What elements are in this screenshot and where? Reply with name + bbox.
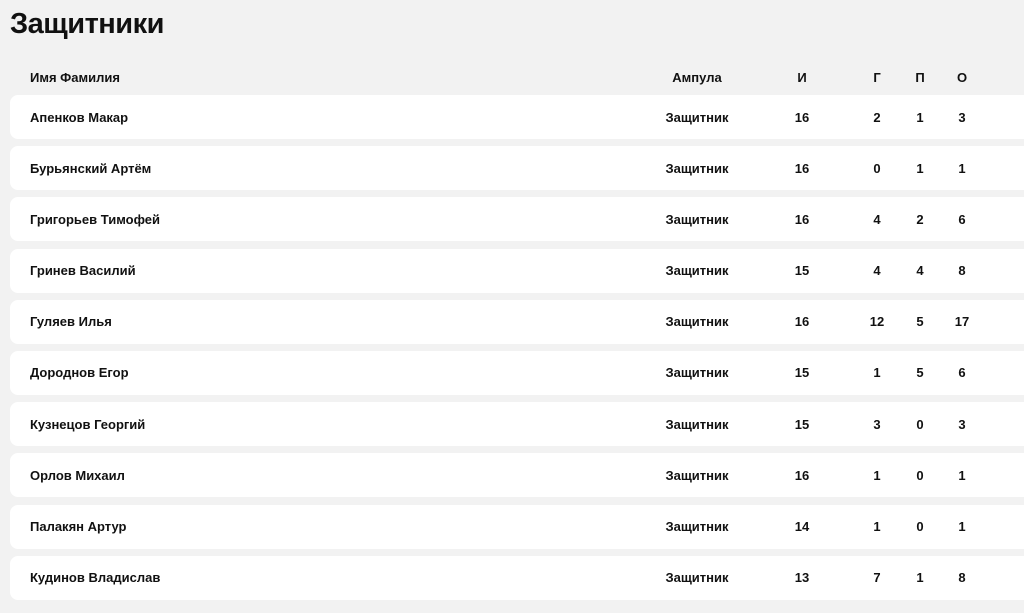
table-row[interactable]: Григорьев Тимофей Защитник 16 4 2 6	[10, 197, 1024, 242]
header-points: О	[956, 69, 968, 85]
player-games: 16	[794, 160, 810, 176]
table-row[interactable]: Кузнецов Георгий Защитник 15 3 0 3	[10, 402, 1024, 447]
player-assists: 2	[916, 211, 924, 227]
player-name: Гуляев Илья	[30, 314, 112, 330]
player-games: 14	[794, 519, 810, 534]
player-goals: 12	[869, 314, 885, 330]
player-points: 1	[958, 160, 966, 176]
table-row[interactable]: Дороднов Егор Защитник 15 1 5 6	[10, 350, 1024, 395]
player-points: 3	[958, 109, 966, 125]
player-goals: 1	[873, 365, 881, 381]
player-role: Защитник	[665, 416, 729, 432]
player-assists: 0	[916, 416, 924, 432]
player-games: 16	[794, 314, 810, 330]
player-games: 15	[794, 365, 810, 381]
player-name: Гринев Василий	[30, 263, 136, 279]
table-header: Имя Фамилия Ампула И Г П О	[10, 64, 1024, 90]
player-name: Дороднов Егор	[30, 365, 129, 381]
player-name: Бурьянский Артём	[30, 160, 152, 176]
player-points: 8	[958, 263, 966, 279]
table-row[interactable]: Орлов Михаил Защитник 16 1 0 1	[10, 453, 1024, 498]
player-goals: 7	[873, 570, 881, 586]
table-row[interactable]: Апенков Макар Защитник 16 2 1 3	[10, 95, 1024, 139]
player-role: Защитник	[665, 365, 729, 381]
player-name: Кузнецов Георгий	[30, 416, 146, 432]
player-role: Защитник	[665, 263, 729, 279]
player-assists: 4	[916, 263, 924, 279]
player-goals: 4	[873, 211, 881, 227]
player-role: Защитник	[665, 519, 729, 534]
header-goals: Г	[873, 69, 881, 85]
player-games: 13	[794, 570, 810, 586]
player-name: Палакян Артур	[30, 519, 127, 534]
player-name: Григорьев Тимофей	[30, 211, 161, 227]
player-points: 17	[954, 314, 970, 330]
player-games: 16	[794, 109, 810, 125]
table-row[interactable]: Бурьянский Артём Защитник 16 0 1 1	[10, 146, 1024, 191]
player-name: Кудинов Владислав	[30, 570, 161, 586]
player-points: 8	[958, 570, 966, 586]
player-points: 6	[958, 211, 966, 227]
header-name: Имя Фамилия	[30, 69, 120, 85]
table-row[interactable]: Гринев Василий Защитник 15 4 4 8	[10, 248, 1024, 293]
table-row[interactable]: Гуляев Илья Защитник 16 12 5 17	[10, 299, 1024, 344]
player-goals: 1	[873, 519, 881, 534]
player-role: Защитник	[665, 211, 729, 227]
player-points: 6	[958, 365, 966, 381]
player-role: Защитник	[665, 109, 729, 125]
player-goals: 2	[873, 109, 881, 125]
player-name: Апенков Макар	[30, 109, 129, 125]
player-assists: 1	[916, 570, 924, 586]
player-assists: 0	[916, 467, 924, 483]
player-points: 1	[958, 467, 966, 483]
player-games: 16	[794, 467, 810, 483]
player-name: Орлов Михаил	[30, 467, 125, 483]
player-games: 16	[794, 211, 810, 227]
player-role: Защитник	[665, 314, 729, 330]
player-goals: 0	[873, 160, 881, 176]
player-assists: 0	[916, 519, 924, 534]
player-points: 1	[958, 519, 966, 534]
player-list: Апенков Макар Защитник 16 2 1 3 Бурьянск…	[10, 95, 1024, 607]
player-assists: 5	[916, 314, 924, 330]
player-goals: 1	[873, 467, 881, 483]
player-assists: 1	[916, 160, 924, 176]
player-assists: 5	[916, 365, 924, 381]
player-goals: 3	[873, 416, 881, 432]
page: Защитники Имя Фамилия Ампула И Г П О Апе…	[0, 0, 1024, 613]
table-row[interactable]: Кудинов Владислав Защитник 13 7 1 8	[10, 555, 1024, 600]
player-assists: 1	[916, 109, 924, 125]
player-role: Защитник	[665, 160, 729, 176]
player-role: Защитник	[665, 570, 729, 586]
header-role: Ампула	[672, 69, 722, 85]
player-games: 15	[794, 263, 810, 279]
header-games: И	[797, 69, 807, 85]
player-points: 3	[958, 416, 966, 432]
page-title: Защитники	[10, 8, 164, 40]
player-goals: 4	[873, 263, 881, 279]
player-games: 15	[794, 416, 810, 432]
player-role: Защитник	[665, 467, 729, 483]
header-assists: П	[915, 69, 925, 85]
table-row[interactable]: Палакян Артур Защитник 14 1 0 1	[10, 504, 1024, 549]
